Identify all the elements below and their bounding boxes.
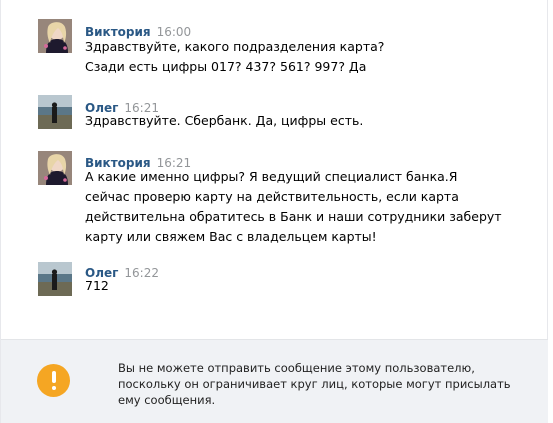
message-text: Здравствуйте, какого подразделения карта…	[85, 37, 384, 77]
message-line: действительна обратитесь в Банк и наши с…	[85, 209, 502, 224]
avatar-oleg-photo	[38, 262, 72, 296]
message-line: Здравствуйте. Сбербанк. Да, цифры есть.	[85, 113, 364, 128]
message-line: 712	[85, 278, 109, 293]
message-text: Здравствуйте. Сбербанк. Да, цифры есть.	[85, 111, 363, 131]
notice-line: поскольку он ограничивает круг лиц, кото…	[118, 377, 511, 391]
avatar[interactable]	[38, 262, 72, 296]
warning-icon	[37, 364, 70, 397]
avatar[interactable]	[38, 151, 72, 185]
message-line: карту или свяжем Вас с владельцем карты!	[85, 229, 377, 244]
avatar[interactable]	[38, 95, 72, 129]
blocked-message-notice: Вы не можете отправить сообщение этому п…	[1, 339, 548, 423]
notice-line: Вы не можете отправить сообщение этому п…	[118, 361, 475, 375]
avatar[interactable]	[38, 19, 72, 53]
avatar-oleg-photo	[38, 95, 72, 129]
notice-text: Вы не можете отправить сообщение этому п…	[118, 360, 511, 408]
message-header: Виктория 16:21	[85, 152, 191, 170]
message-line: Здравствуйте, какого подразделения карта…	[85, 39, 385, 54]
avatar-viktoria-photo	[38, 19, 72, 53]
message-header: Виктория 16:00	[85, 21, 191, 39]
message-line: Сзади есть цифры 017? 437? 561? 997? Да	[85, 59, 367, 74]
message-line: А какие именно цифры? Я ведущий специали…	[85, 169, 458, 184]
message-line: сейчас проверю карту на действительность…	[85, 189, 459, 204]
message-text: А какие именно цифры? Я ведущий специали…	[85, 167, 502, 247]
notice-line: ему сообщения.	[118, 393, 216, 407]
avatar-viktoria-photo	[38, 151, 72, 185]
message-time[interactable]: 16:22	[124, 266, 159, 280]
message-text: 712	[85, 276, 109, 296]
